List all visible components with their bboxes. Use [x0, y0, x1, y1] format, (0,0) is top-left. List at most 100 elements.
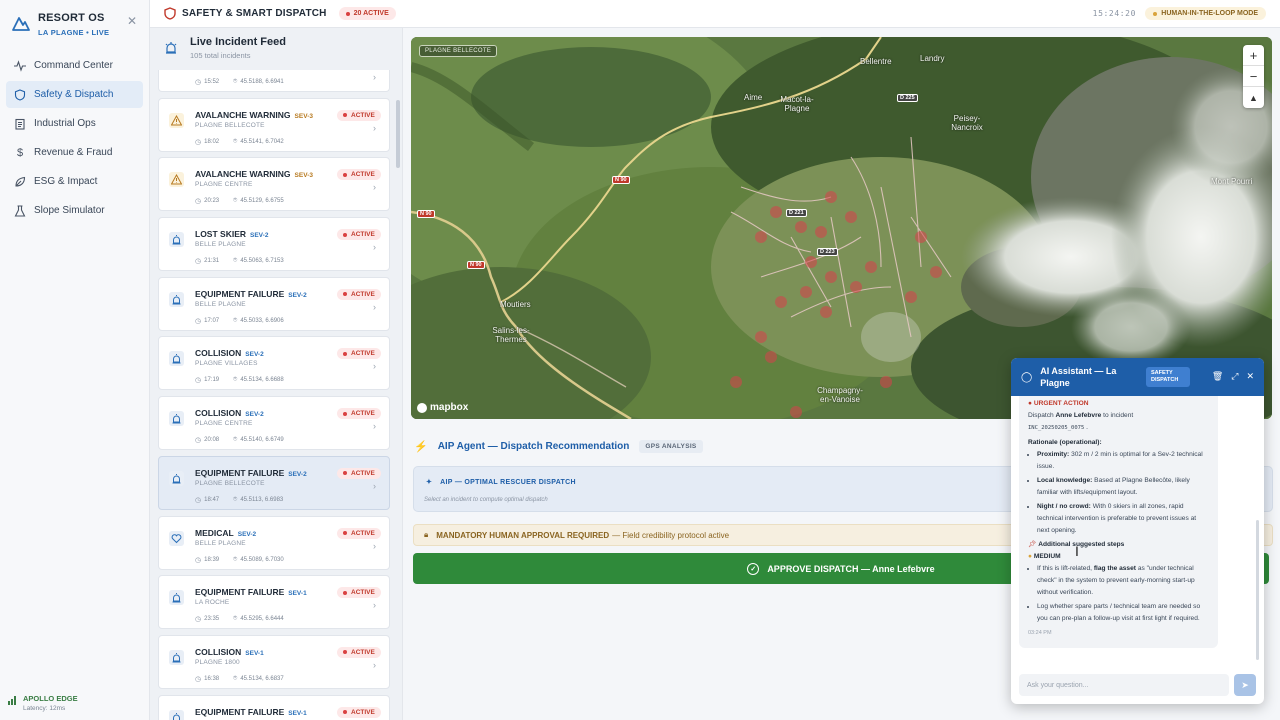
compass-icon[interactable]: ▲	[1243, 87, 1264, 108]
nav-item-esg-impact[interactable]: ESG & Impact	[6, 168, 143, 195]
incident-title: EQUIPMENT FAILURE SEV-2	[195, 467, 307, 478]
safety-dispatch-tag: SAFETY DISPATCH	[1146, 367, 1190, 387]
nav-item-safety-dispatch[interactable]: Safety & Dispatch	[6, 81, 143, 108]
incident-title: LOST SKIER SEV-2	[195, 229, 269, 240]
rationale-item: Local knowledge: Based at Plagne Bellecô…	[1037, 475, 1209, 499]
incident-marker[interactable]	[825, 191, 837, 203]
clock-icon: ◷	[195, 675, 202, 683]
hitl-mode-badge[interactable]: HUMAN-IN-THE-LOOP MODE	[1145, 7, 1266, 20]
chat-bubble-icon: ◯	[1021, 371, 1033, 383]
nav-item-revenue-fraud[interactable]: $ Revenue & Fraud	[6, 139, 143, 166]
status-badge: ACTIVE	[337, 467, 381, 479]
nav-item-slope-simulator[interactable]: Slope Simulator	[6, 197, 143, 224]
incident-card[interactable]: ◷ 15:52 ⌾ 45.5188, 6.6941 ›	[158, 70, 390, 92]
incident-marker[interactable]	[825, 271, 837, 283]
incident-card[interactable]: LOST SKIER SEV-2 BELLE PLAGNE ◷ 21:31 ⌾ 45.506…	[158, 217, 390, 272]
incident-location: BELLE PLAGNE	[195, 539, 246, 547]
brand-subtitle: LA PLAGNE • LIVE	[38, 28, 110, 37]
incident-marker[interactable]	[815, 226, 827, 238]
pin-icon: ⌾	[233, 436, 238, 444]
siren-icon	[169, 649, 184, 665]
clock-icon: ◷	[195, 377, 202, 385]
chat-header: ◯ AI Assistant — La Plagne SAFETY DISPAT…	[1011, 358, 1264, 396]
chevron-right-icon: ›	[373, 361, 376, 372]
status-badge: ACTIVE	[337, 348, 381, 360]
incident-location: LA ROCHE	[195, 599, 230, 607]
nav-label: Industrial Ops	[34, 118, 96, 129]
chat-scrollbar[interactable]	[1256, 520, 1259, 660]
incident-marker[interactable]	[845, 211, 857, 223]
step-item: If this is lift-related, flag the asset …	[1037, 563, 1209, 599]
brand-title: RESORT OS	[38, 12, 105, 24]
incident-marker[interactable]	[795, 221, 807, 233]
clock-icon: ◷	[195, 79, 202, 86]
feed-scrollbar[interactable]	[396, 100, 400, 168]
incident-marker[interactable]	[820, 306, 832, 318]
send-icon: ➤	[1241, 679, 1249, 690]
incident-marker[interactable]	[850, 281, 862, 293]
incident-marker[interactable]	[865, 261, 877, 273]
place-label: Mont Pourri	[1211, 177, 1253, 186]
incident-marker[interactable]	[800, 286, 812, 298]
incident-card[interactable]: AVALANCHE WARNING SEV-3 PLAGNE BELLECOTE ◷ 1…	[158, 97, 390, 152]
map-controls: + − ▲	[1243, 45, 1264, 108]
incident-location: BELLE PLAGNE	[195, 241, 246, 249]
selected-zone-tag: PLAGNE BELLECOTE	[419, 45, 498, 57]
status-badge: ACTIVE	[337, 109, 381, 121]
nav-label: ESG & Impact	[34, 176, 98, 187]
severity-label: SEV-2	[288, 470, 307, 478]
incident-marker[interactable]	[755, 331, 767, 343]
incident-marker[interactable]	[775, 296, 787, 308]
dollar-icon: $	[16, 146, 24, 159]
incident-title: EQUIPMENT FAILURE SEV-2	[195, 288, 307, 299]
road-label: D 221	[786, 209, 807, 217]
incident-card[interactable]: EQUIPMENT FAILURE SEV-2 BELLE PLAGNE ◷ 17:07…	[158, 276, 390, 331]
incident-marker[interactable]	[905, 291, 917, 303]
incident-location: PLAGNE CENTRE	[195, 181, 253, 189]
chevron-right-icon: ›	[373, 182, 376, 193]
place-label: Moutiers	[500, 300, 531, 309]
incident-marker[interactable]	[930, 266, 942, 278]
send-button[interactable]: ➤	[1234, 674, 1256, 696]
zoom-out-button[interactable]: −	[1243, 66, 1264, 87]
incident-card[interactable]: COLLISION SEV-2 PLAGNE VILLAGES ◷ 17:19 ⌾ 45.5…	[158, 336, 390, 391]
zoom-in-button[interactable]: +	[1243, 45, 1264, 66]
incident-marker[interactable]	[755, 231, 767, 243]
nav: Command Center Safety & Dispatch Industr…	[0, 52, 149, 224]
close-sidebar-icon[interactable]: ✕	[127, 14, 137, 28]
trash-icon[interactable]: 🗑︎	[1212, 371, 1223, 382]
urgent-dot-icon: ●	[1028, 400, 1032, 407]
expand-icon[interactable]: ⤢	[1231, 371, 1238, 382]
place-label: Peisey-Nancroix	[951, 114, 983, 132]
incident-marker[interactable]	[765, 351, 777, 363]
warning-icon	[169, 112, 184, 128]
chat-input[interactable]: Ask your question...	[1019, 674, 1229, 696]
road-label: D 225	[897, 94, 918, 102]
clock-icon: ◷	[195, 496, 202, 504]
incident-marker[interactable]	[730, 376, 742, 388]
incident-card[interactable]: AVALANCHE WARNING SEV-3 PLAGNE CENTRE ◷ 20:2…	[158, 157, 390, 212]
message-timestamp: 03:24 PM	[1028, 630, 1052, 636]
status-badge: ACTIVE	[337, 169, 381, 181]
incident-card[interactable]: EQUIPMENT FAILURE SEV-2 PLAGNE BELLECOTE ◷ 1…	[158, 455, 390, 510]
incident-card[interactable]: EQUIPMENT FAILURE SEV-1 LA ROCHE ◷ 23:35 ⌾ 45.…	[158, 575, 390, 630]
incident-marker[interactable]	[790, 406, 802, 418]
incident-card[interactable]: COLLISION SEV-2 PLAGNE CENTRE ◷ 20:08 ⌾ 45.514…	[158, 396, 390, 451]
incident-marker[interactable]	[805, 256, 817, 268]
incident-marker[interactable]	[880, 376, 892, 388]
siren-icon	[169, 411, 184, 427]
nav-item-command-center[interactable]: Command Center	[6, 52, 143, 79]
status-badge: ACTIVE	[337, 408, 381, 420]
incident-card[interactable]: EQUIPMENT FAILURESEV-1ACTIVE›	[158, 694, 390, 720]
incident-marker[interactable]	[770, 206, 782, 218]
severity-label: SEV-2	[245, 411, 264, 419]
incident-title: COLLISION SEV-1	[195, 646, 264, 657]
mandatory-label: MANDATORY HUMAN APPROVAL REQUIRED	[436, 530, 610, 540]
incident-marker[interactable]	[915, 231, 927, 243]
incident-card[interactable]: MEDICAL SEV-2 BELLE PLAGNE ◷ 18:39 ⌾ 45.5089, …	[158, 515, 390, 570]
incident-card[interactable]: COLLISION SEV-1 PLAGNE 1800 ◷ 16:38 ⌾ 45.5134,…	[158, 634, 390, 689]
close-icon[interactable]: ✕	[1246, 371, 1254, 382]
nav-item-industrial-ops[interactable]: Industrial Ops	[6, 110, 143, 137]
chevron-right-icon: ›	[373, 72, 376, 82]
heart-icon	[169, 530, 184, 546]
